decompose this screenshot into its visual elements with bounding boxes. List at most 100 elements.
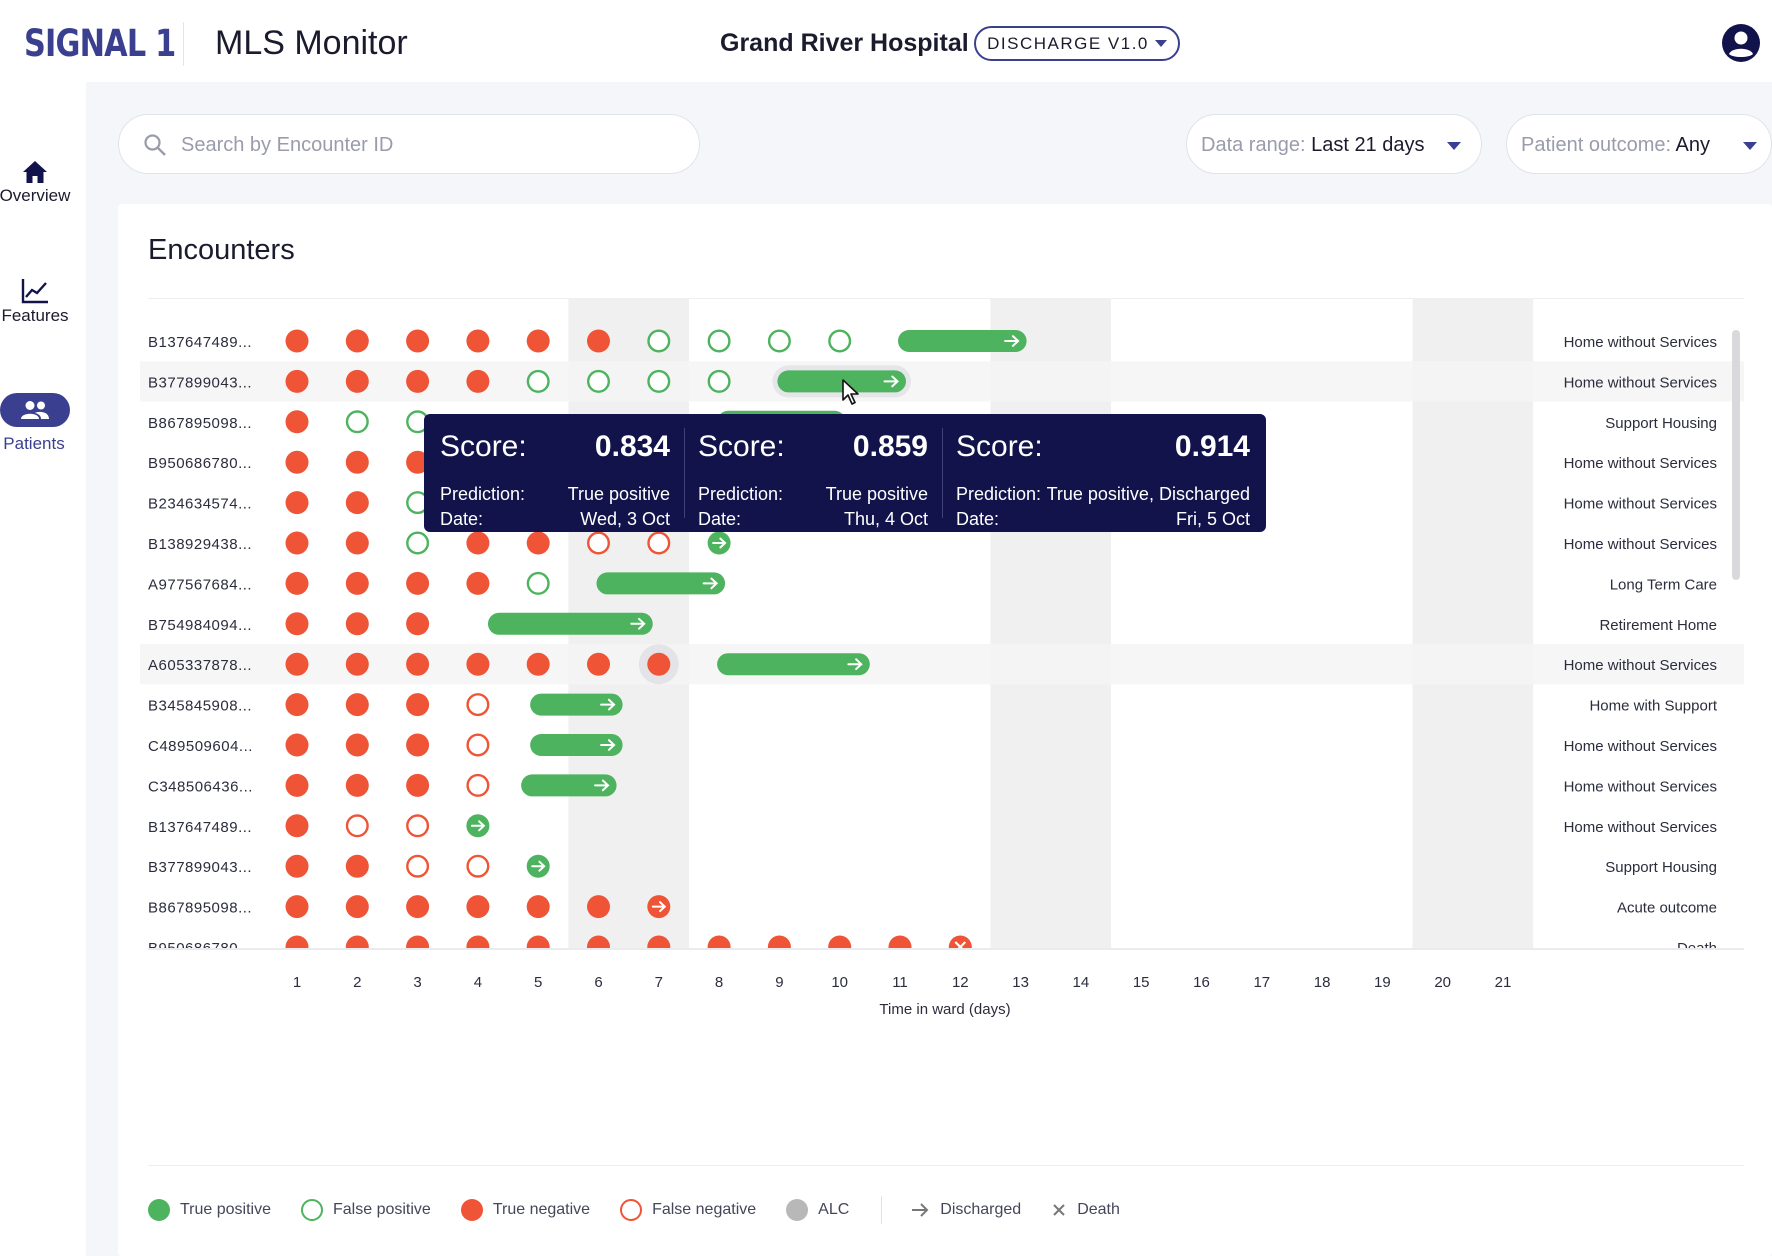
false-negative-dot <box>587 531 611 555</box>
encounter-id[interactable]: B377899043... <box>148 374 252 391</box>
encounter-id[interactable]: B138929438... <box>148 1021 252 1038</box>
tooltip-score-value: 0.834 <box>594 430 670 463</box>
true-negative-dot <box>285 450 309 474</box>
discharge-bar <box>717 653 870 676</box>
x-axis-label: Time in ward (days) <box>879 1001 1010 1018</box>
true-negative-dot <box>587 895 610 919</box>
patient-outcome: Home without Services <box>1564 536 1717 553</box>
brand-logo[interactable]: SIGNAL 1 <box>24 22 176 65</box>
true-negative-dot <box>466 652 490 676</box>
true-negative-dot <box>587 329 610 353</box>
encounter-id[interactable]: B950686780... <box>148 455 252 472</box>
app-title: MLS Monitor <box>215 24 408 62</box>
x-tick-label: 18 <box>1314 974 1331 991</box>
true-negative-dot <box>466 935 490 948</box>
model-selector[interactable]: DISCHARGE V1.0 <box>974 26 1180 61</box>
true-negative-dot <box>587 1016 610 1039</box>
encounter-id[interactable]: B137647489... <box>148 819 252 836</box>
patient-outcome: Home without Services <box>1564 374 1717 391</box>
true-negative-dot <box>345 491 369 515</box>
nav-overview-label: Overview <box>0 186 71 205</box>
nav-overview[interactable]: Overview <box>0 160 86 206</box>
alc-dot <box>1069 1016 1092 1039</box>
false-positive-dot <box>707 369 731 393</box>
true-negative-dot <box>345 693 369 717</box>
tooltip-date-label: Date: <box>698 509 742 529</box>
home-icon <box>23 161 47 183</box>
true-negative-dot <box>647 935 671 948</box>
true-negative-dot <box>466 369 490 393</box>
true-negative-dot <box>587 1057 610 1073</box>
patient-outcome: Acute outcome <box>1617 900 1717 917</box>
true-negative-dot <box>346 1016 369 1039</box>
tooltip-prediction-label: Prediction: <box>440 484 526 504</box>
encounter-id[interactable]: B137647489... <box>148 334 252 351</box>
search-input[interactable]: Search by Encounter ID <box>181 134 393 157</box>
legend-divider <box>148 1165 1744 1166</box>
true-negative-dot <box>406 1057 429 1073</box>
encounter-id[interactable]: C489509604... <box>148 738 253 755</box>
hospital-name: Grand River Hospital <box>720 29 969 57</box>
chart-legend: True positive False positive True negati… <box>148 1196 1150 1224</box>
x-tick-label: 3 <box>413 974 421 991</box>
encounter-id[interactable]: A977567684 <box>148 1061 238 1073</box>
true-negative-dot <box>285 814 309 838</box>
true-negative-dot <box>888 935 912 948</box>
legend-separator <box>881 1196 883 1224</box>
true-negative-dot <box>406 652 430 676</box>
chevron-left-icon <box>265 1021 271 1035</box>
chevron-down-icon <box>1743 142 1757 150</box>
encounter-id[interactable]: B234634574... <box>148 980 252 997</box>
encounter-id[interactable]: B867895098... <box>148 415 252 432</box>
legend-swatch <box>786 1199 809 1221</box>
patient-outcome-dropdown[interactable]: Patient outcome: Any <box>1506 114 1772 174</box>
legend-true-positive[interactable]: True positive <box>148 1199 271 1221</box>
false-positive-dot <box>526 369 550 393</box>
legend-death[interactable]: Death <box>1051 1201 1120 1219</box>
true-negative-dot <box>345 733 369 757</box>
false-positive-dot <box>526 571 550 595</box>
true-negative-dot <box>285 895 309 919</box>
patient-outcome: Home without Services <box>1564 455 1717 472</box>
scrollbar-thumb[interactable] <box>1732 330 1740 580</box>
date-range-dropdown[interactable]: Data range: Last 21 days <box>1186 114 1482 174</box>
chevron-down-icon <box>1154 40 1167 47</box>
legend-label: Death <box>1077 1201 1120 1218</box>
true-negative-dot <box>647 652 671 676</box>
search-box[interactable]: Search by Encounter ID <box>118 114 700 174</box>
false-negative-dot <box>466 854 490 878</box>
top-bar: SIGNAL 1 MLS Monitor Grand River Hospita… <box>0 0 1772 82</box>
encounter-id[interactable]: B754984094... <box>148 617 252 634</box>
encounter-id[interactable]: B867895098... <box>148 900 252 917</box>
legend-alc[interactable]: ALC <box>786 1199 849 1221</box>
account-icon[interactable] <box>1721 23 1761 63</box>
legend-true-negative[interactable]: True negative <box>460 1199 590 1221</box>
patient-outcome: Support Housing <box>1605 415 1717 432</box>
true-negative-dot <box>285 369 309 393</box>
patient-outcome: Walked out <box>1643 980 1718 997</box>
encounter-id[interactable]: B234634574... <box>148 496 252 513</box>
true-negative-dot <box>526 329 550 353</box>
nav-features-label: Features <box>1 306 69 325</box>
true-negative-dot <box>587 652 610 676</box>
x-tick-label: 10 <box>831 974 848 991</box>
encounter-id[interactable]: A605337878... <box>148 657 252 674</box>
x-tick-label: 21 <box>1495 974 1512 991</box>
legend-false-negative[interactable]: False negative <box>620 1199 756 1221</box>
patient-outcome: Home without Services <box>1564 657 1717 674</box>
row-highlight <box>140 361 1744 402</box>
encounter-id[interactable]: B377899043... <box>148 859 252 876</box>
encounter-id[interactable]: B345845908... <box>148 698 252 715</box>
legend-false-positive[interactable]: False positive <box>301 1199 431 1221</box>
encounter-id[interactable]: A977567684... <box>148 576 252 593</box>
false-negative-dot <box>406 854 430 878</box>
x-tick-label: 16 <box>1193 974 1210 991</box>
true-negative-dot <box>406 571 430 595</box>
encounter-id[interactable]: B138929438... <box>148 536 252 553</box>
true-negative-dot <box>345 612 369 636</box>
nav-features[interactable]: Features <box>0 278 86 326</box>
nav-patients[interactable]: Patients <box>0 393 86 454</box>
legend-label: False positive <box>333 1201 431 1218</box>
encounter-id[interactable]: C348506436... <box>148 778 253 795</box>
legend-discharged[interactable]: Discharged <box>910 1201 1021 1219</box>
